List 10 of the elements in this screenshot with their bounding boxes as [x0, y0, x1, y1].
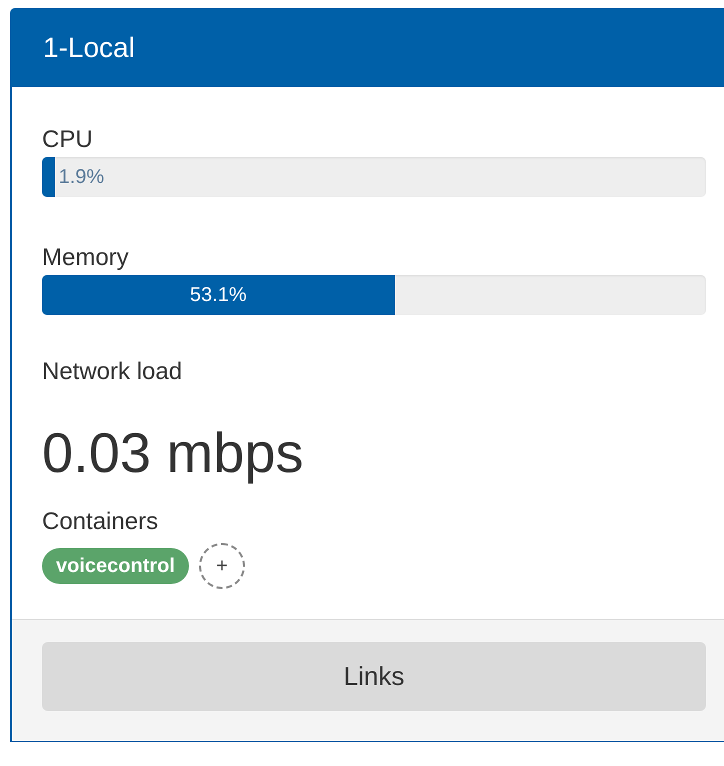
links-button[interactable]: Links — [42, 642, 706, 711]
meter-label: Memory — [42, 243, 129, 273]
network-value: 0.03 mbps — [42, 421, 304, 485]
add-button[interactable]: + — [198, 543, 245, 589]
containers-label: Containers — [42, 507, 158, 537]
progress-reading: 1.9% — [58, 166, 104, 188]
progress-reading: 53.1% — [190, 284, 247, 306]
network-label: Network load — [42, 357, 182, 387]
meter-label: CPU — [42, 125, 93, 155]
panel-title: 1-Local — [43, 32, 135, 64]
